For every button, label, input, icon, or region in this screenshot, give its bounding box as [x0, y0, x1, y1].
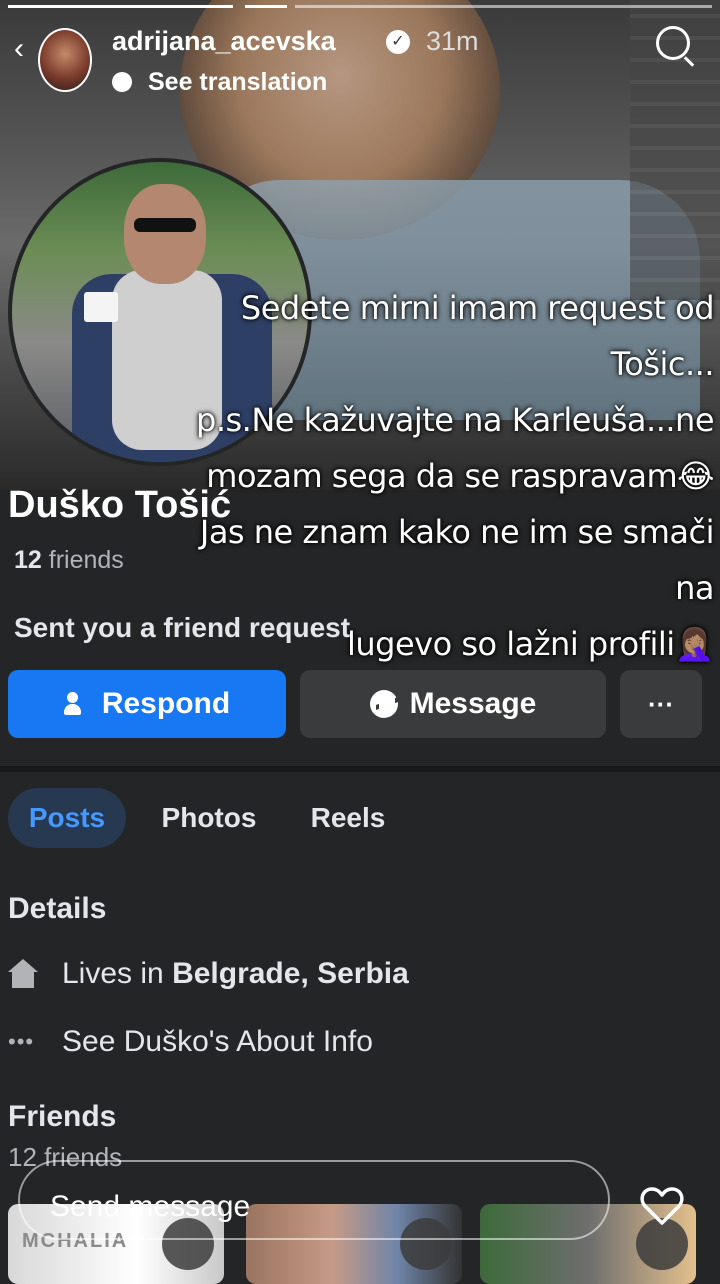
story-progress-bar — [295, 5, 712, 8]
about-info-label: See Duško's About Info — [62, 1025, 373, 1058]
messenger-icon — [369, 690, 398, 718]
more-options-button[interactable]: ··· — [620, 670, 702, 738]
story-username[interactable]: adrijana_acevska — [112, 26, 336, 57]
tab-reels[interactable]: Reels — [298, 788, 398, 848]
search-icon[interactable] — [656, 26, 690, 60]
caption-line: mozam sega da se raspravam😂 — [206, 457, 714, 495]
details-heading: Details — [8, 892, 107, 925]
translation-icon — [112, 72, 132, 92]
verified-badge-icon: ✓ — [386, 30, 410, 54]
message-button[interactable]: Message — [300, 670, 606, 738]
story-header: ‹ adrijana_acevska ✓ 31m See translation — [0, 24, 720, 104]
heart-icon[interactable] — [640, 1186, 684, 1226]
send-message-placeholder: Send message — [50, 1190, 251, 1223]
lives-in-place: Belgrade, Serbia — [172, 957, 409, 990]
person-check-icon — [63, 692, 88, 716]
see-translation-link[interactable]: See translation — [148, 68, 327, 97]
about-info-row[interactable]: ••• See Duško's About Info — [8, 1022, 373, 1062]
home-icon — [8, 959, 38, 989]
friends-count[interactable]: 12 friends — [14, 546, 124, 575]
caption-line: Sedete mirni imam request od Tošic... — [240, 289, 715, 383]
more-dots-icon: ••• — [8, 1029, 35, 1054]
story-time: 31m — [426, 26, 479, 56]
caption-line: Jas ne znam kako ne im se smači na — [199, 513, 715, 607]
tab-photos[interactable]: Photos — [150, 788, 268, 848]
friends-heading: Friends — [8, 1100, 117, 1133]
respond-button[interactable]: Respond — [8, 670, 286, 738]
tab-posts[interactable]: Posts — [8, 788, 126, 848]
friends-count-number: 12 — [14, 546, 42, 574]
friends-count-label: friends — [48, 546, 124, 574]
story-progress-bar — [245, 5, 287, 8]
story-avatar[interactable] — [38, 28, 92, 92]
profile-name: Duško Tošić — [8, 484, 232, 526]
section-divider — [0, 766, 720, 772]
respond-label: Respond — [101, 687, 231, 720]
story-progress-bar — [8, 5, 233, 8]
caption-line: p.s.Ne kažuvajte na Karleuša...ne — [196, 401, 715, 439]
friend-request-text: Sent you a friend request — [14, 612, 351, 643]
message-label: Message — [409, 687, 537, 720]
lives-in-prefix: Lives in — [62, 957, 164, 990]
lives-in-row: Lives in Belgrade, Serbia — [8, 954, 409, 994]
back-chevron-icon[interactable]: ‹ — [14, 32, 24, 66]
